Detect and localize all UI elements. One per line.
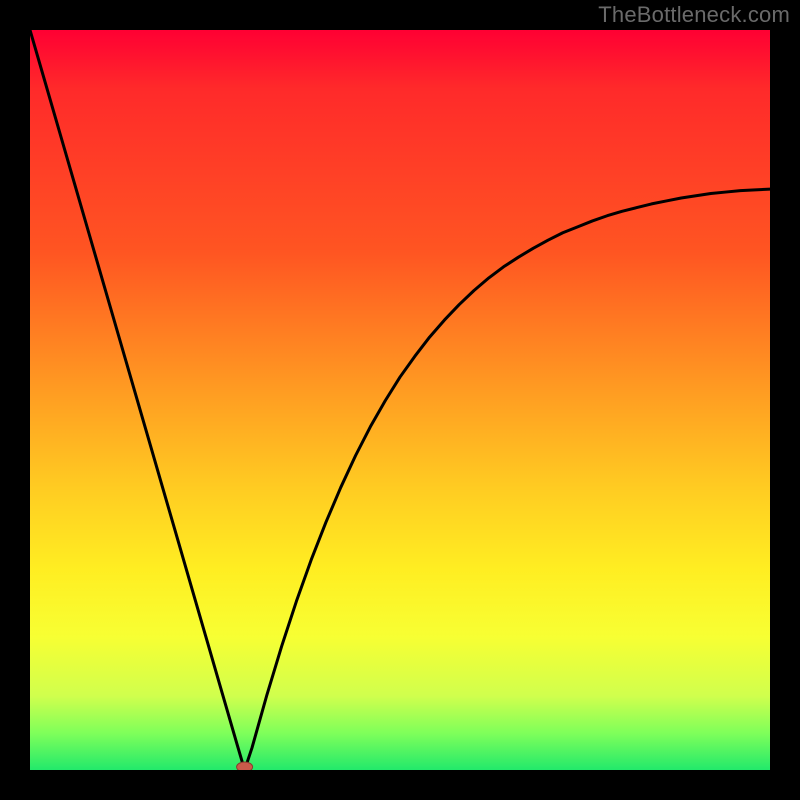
chart-frame: TheBottleneck.com bbox=[0, 0, 800, 800]
watermark-text: TheBottleneck.com bbox=[598, 2, 790, 28]
plot-area bbox=[30, 30, 770, 770]
bottleneck-curve bbox=[30, 30, 770, 770]
